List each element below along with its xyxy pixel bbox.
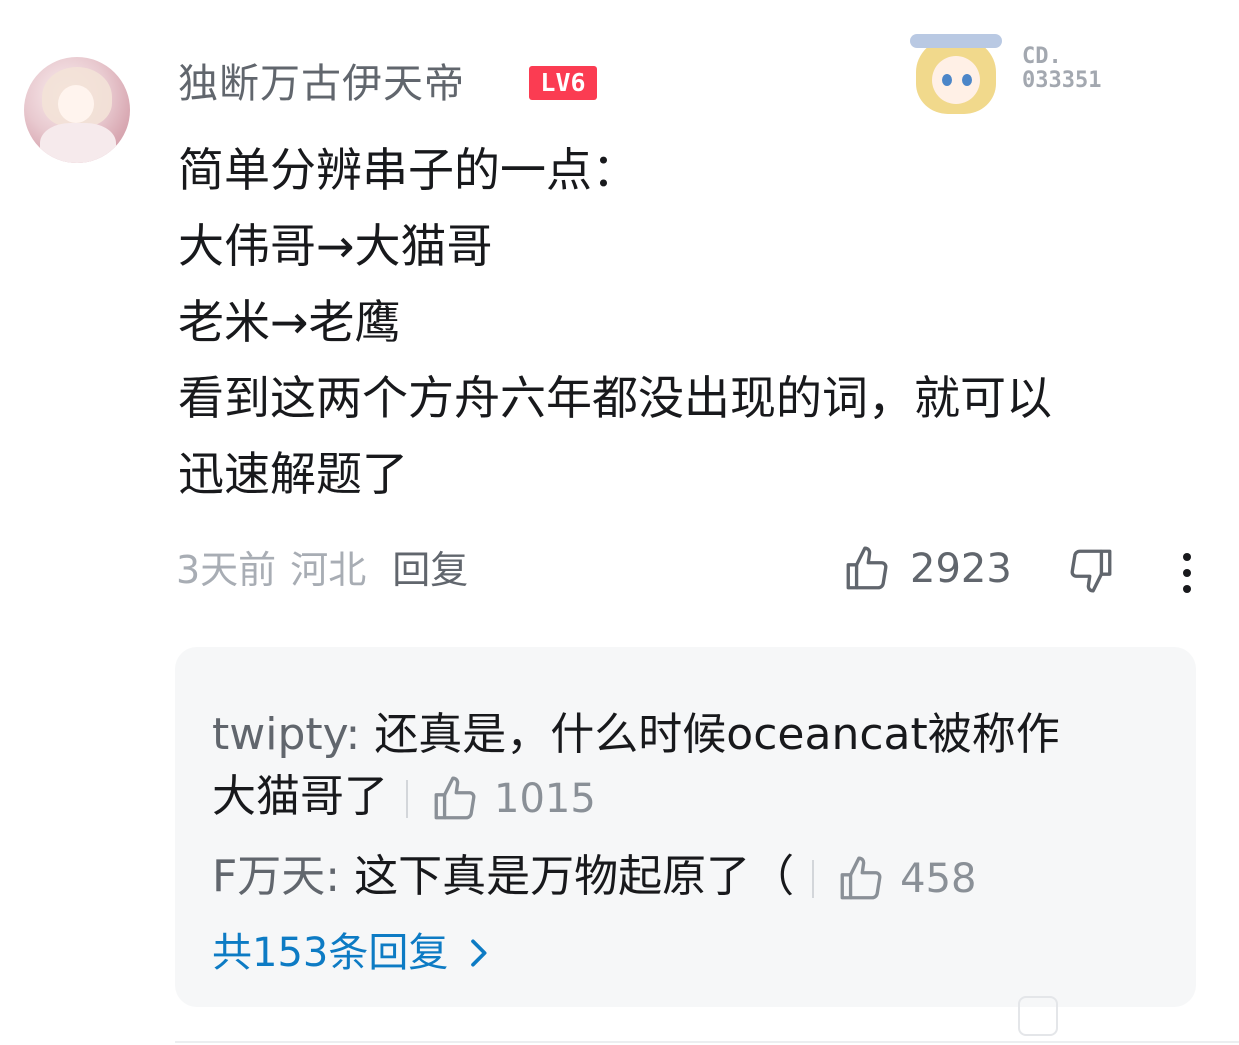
content-line: 迅速解题了 (178, 447, 408, 501)
sub-reply-1-line2[interactable]: 大猫哥了 1015 (212, 761, 596, 835)
thumb-up-icon (846, 546, 888, 590)
sub-reply-2[interactable]: F万天: 这下真是万物起原了（ 458 (212, 841, 977, 915)
thumb-up-icon (434, 776, 476, 820)
username[interactable]: 独断万古伊天帝 (178, 58, 465, 110)
view-all-replies-label: 共153条回复 (212, 930, 449, 976)
user-avatar[interactable] (24, 57, 130, 163)
sub-reply-text-cont: 大猫哥了 (212, 771, 388, 822)
sub-reply-user[interactable]: F万天: (212, 851, 340, 902)
divider-bar (406, 780, 408, 818)
avatar-face (58, 85, 94, 123)
watermark-logo (1018, 996, 1058, 1036)
sub-replies-panel: twipty: 还真是，什么时候oceancat被称作 大猫哥了 1015 F万… (175, 647, 1196, 1007)
comment-time: 3天前 (176, 548, 277, 592)
dislike-button[interactable] (1066, 545, 1116, 599)
comment-content: 简单分辨串子的一点： 大伟哥→大猫哥 老米→老鹰 看到这两个方舟六年都没出现的词… (178, 132, 1218, 512)
sub-reply-like[interactable]: 458 (836, 843, 977, 915)
thumb-down-icon (1070, 549, 1112, 593)
comment-meta: 3天前 河北 回复 (176, 545, 482, 595)
avatar-dress (40, 123, 116, 163)
chevron-right-icon (471, 939, 487, 967)
content-line: 看到这两个方舟六年都没出现的词，就可以 (178, 371, 1052, 425)
thumb-up-icon (840, 856, 882, 900)
card-number-prefix: CD. (1022, 44, 1062, 69)
sub-reply-like-count: 458 (900, 856, 977, 902)
more-vertical-icon[interactable] (1175, 547, 1199, 595)
content-line: 简单分辨串子的一点： (178, 143, 638, 197)
like-count: 2923 (910, 546, 1012, 592)
comment-location: 河北 (290, 548, 367, 592)
sub-reply-text: 这下真是万物起原了（ (354, 851, 795, 902)
sub-reply-text: 还真是，什么时候oceancat被称作 (374, 709, 1060, 760)
fan-card-number: CD. 033351 (1022, 45, 1101, 93)
fan-card-pendant[interactable] (910, 28, 1002, 116)
card-number-value: 033351 (1022, 68, 1102, 93)
sub-reply-user[interactable]: twipty: (212, 709, 360, 760)
content-line: 大伟哥→大猫哥 (178, 219, 493, 273)
level-badge: LV6 (529, 66, 597, 100)
view-all-replies-link[interactable]: 共153条回复 (212, 927, 498, 979)
content-line: 老米→老鹰 (178, 295, 401, 349)
sub-reply-like-count: 1015 (494, 776, 596, 822)
like-button[interactable]: 2923 (842, 543, 1012, 595)
sub-reply-like[interactable]: 1015 (430, 763, 596, 835)
bottom-divider (175, 1041, 1239, 1043)
reply-button[interactable]: 回复 (392, 548, 468, 592)
divider-bar (812, 860, 815, 898)
